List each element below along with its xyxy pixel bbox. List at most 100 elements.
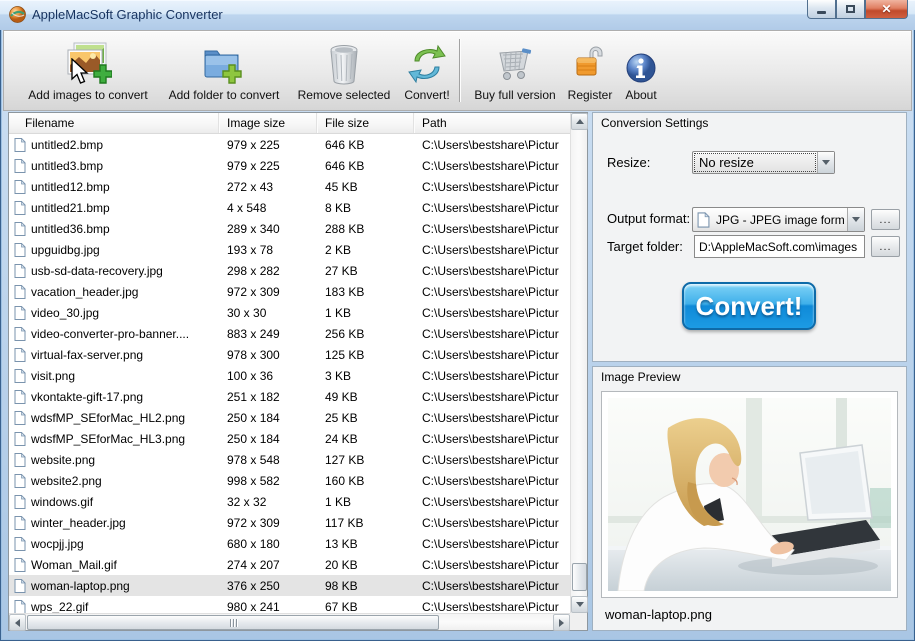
- file-icon: [14, 200, 26, 215]
- file-size-cell: 20 KB: [325, 557, 358, 572]
- table-row[interactable]: usb-sd-data-recovery.jpg 298 x 282 27 KB…: [9, 260, 570, 281]
- toolbar-separator: [459, 39, 460, 102]
- table-row[interactable]: upguidbg.jpg 193 x 78 2 KB C:\Users\best…: [9, 239, 570, 260]
- table-row[interactable]: untitled12.bmp 272 x 43 45 KB C:\Users\b…: [9, 176, 570, 197]
- table-row[interactable]: website.png 978 x 548 127 KB C:\Users\be…: [9, 449, 570, 470]
- target-folder-label: Target folder:: [607, 239, 683, 254]
- column-header-path[interactable]: Path: [414, 113, 570, 133]
- titlebar[interactable]: AppleMacSoft Graphic Converter ✕: [0, 0, 915, 30]
- scroll-right-button[interactable]: [553, 614, 570, 631]
- image-size-cell: 30 x 30: [227, 305, 267, 320]
- filename-cell: Woman_Mail.gif: [31, 557, 117, 572]
- app-window: AppleMacSoft Graphic Converter ✕ Add ima…: [0, 0, 915, 641]
- register-button[interactable]: Register: [564, 35, 616, 106]
- table-row[interactable]: wdsfMP_SEforMac_HL2.png 250 x 184 25 KB …: [9, 407, 570, 428]
- convert-toolbar-button[interactable]: Convert!: [396, 35, 458, 106]
- column-header-file-size[interactable]: File size: [317, 113, 414, 133]
- image-size-cell: 250 x 184: [227, 431, 280, 446]
- vertical-scrollbar[interactable]: [570, 113, 588, 613]
- image-size-cell: 32 x 32: [227, 494, 267, 509]
- image-size-cell: 680 x 180: [227, 536, 280, 551]
- scroll-down-button[interactable]: [571, 596, 588, 613]
- add-images-button[interactable]: Add images to convert: [18, 35, 158, 106]
- scroll-right-icon: [559, 618, 564, 627]
- table-row[interactable]: winter_header.jpg 972 x 309 117 KB C:\Us…: [9, 512, 570, 533]
- output-format-browse-button[interactable]: ...: [871, 209, 900, 230]
- image-size-cell: 100 x 36: [227, 368, 274, 383]
- conversion-settings-group: Conversion Settings Resize: No resize Ou…: [592, 112, 907, 362]
- table-row[interactable]: windows.gif 32 x 32 1 KB C:\Users\bestsh…: [9, 491, 570, 512]
- horizontal-scroll-thumb[interactable]: [27, 615, 439, 630]
- table-row[interactable]: vacation_header.jpg 972 x 309 183 KB C:\…: [9, 281, 570, 302]
- table-row[interactable]: untitled21.bmp 4 x 548 8 KB C:\Users\bes…: [9, 197, 570, 218]
- file-size-cell: 256 KB: [325, 326, 365, 341]
- horizontal-scrollbar[interactable]: [9, 613, 570, 631]
- add-folder-button[interactable]: Add folder to convert: [156, 35, 292, 106]
- file-icon: [14, 431, 26, 446]
- scroll-up-button[interactable]: [571, 113, 588, 130]
- resize-dropdown[interactable]: No resize: [692, 151, 835, 174]
- close-button[interactable]: ✕: [865, 0, 908, 19]
- file-icon: [14, 389, 26, 404]
- padlock-icon: [574, 37, 606, 85]
- file-size-cell: 646 KB: [325, 158, 365, 173]
- column-header-filename[interactable]: Filename: [9, 113, 219, 133]
- table-row[interactable]: wocpjj.jpg 680 x 180 13 KB C:\Users\best…: [9, 533, 570, 554]
- output-format-dropdown-arrow[interactable]: [847, 208, 864, 231]
- filename-cell: wdsfMP_SEforMac_HL3.png: [31, 431, 186, 446]
- table-row[interactable]: untitled36.bmp 289 x 340 288 KB C:\Users…: [9, 218, 570, 239]
- column-header-image-size[interactable]: Image size: [219, 113, 317, 133]
- remove-selected-button[interactable]: Remove selected: [294, 35, 394, 106]
- resize-dropdown-arrow[interactable]: [817, 152, 834, 173]
- filename-cell: vacation_header.jpg: [31, 284, 139, 299]
- table-row[interactable]: untitled2.bmp 979 x 225 646 KB C:\Users\…: [9, 134, 570, 155]
- table-row[interactable]: virtual-fax-server.png 978 x 300 125 KB …: [9, 344, 570, 365]
- filename-cell: visit.png: [31, 368, 76, 383]
- resize-label: Resize:: [607, 155, 651, 170]
- scroll-up-icon: [575, 119, 584, 124]
- image-size-cell: 289 x 340: [227, 221, 280, 236]
- path-cell: C:\Users\bestshare\Pictur: [422, 599, 559, 614]
- table-row[interactable]: woman-laptop.png 376 x 250 98 KB C:\User…: [9, 575, 570, 596]
- table-row[interactable]: wdsfMP_SEforMac_HL3.png 250 x 184 24 KB …: [9, 428, 570, 449]
- scroll-left-button[interactable]: [9, 614, 26, 631]
- file-icon: [14, 473, 26, 488]
- target-folder-browse-button[interactable]: ...: [871, 236, 900, 257]
- table-row[interactable]: untitled3.bmp 979 x 225 646 KB C:\Users\…: [9, 155, 570, 176]
- table-row[interactable]: vkontakte-gift-17.png 251 x 182 49 KB C:…: [9, 386, 570, 407]
- table-row[interactable]: visit.png 100 x 36 3 KB C:\Users\bestsha…: [9, 365, 570, 386]
- output-format-dropdown[interactable]: JPG - JPEG image form: [692, 207, 865, 232]
- file-size-cell: 1 KB: [325, 305, 352, 320]
- table-row[interactable]: video-converter-pro-banner.... 883 x 249…: [9, 323, 570, 344]
- path-cell: C:\Users\bestshare\Pictur: [422, 137, 559, 152]
- file-icon: [14, 221, 26, 236]
- filename-cell: untitled2.bmp: [31, 137, 104, 152]
- resize-value: No resize: [694, 153, 816, 172]
- preview-frame: [601, 391, 898, 598]
- file-size-cell: 98 KB: [325, 578, 358, 593]
- file-size-cell: 27 KB: [325, 263, 358, 278]
- table-row[interactable]: video_30.jpg 30 x 30 1 KB C:\Users\bests…: [9, 302, 570, 323]
- buy-full-version-button[interactable]: Buy full version: [470, 35, 560, 106]
- table-row[interactable]: website2.png 998 x 582 160 KB C:\Users\b…: [9, 470, 570, 491]
- path-cell: C:\Users\bestshare\Pictur: [422, 410, 559, 425]
- image-size-cell: 978 x 300: [227, 347, 280, 362]
- target-folder-input[interactable]: D:\AppleMacSoft.com\images: [694, 235, 865, 258]
- about-button[interactable]: About: [616, 35, 666, 106]
- file-size-cell: 183 KB: [325, 284, 365, 299]
- convert-button[interactable]: Convert!: [682, 282, 816, 330]
- maximize-button[interactable]: [836, 0, 865, 19]
- toolbar: Add images to convert Add folder to conv…: [3, 30, 912, 111]
- minimize-button[interactable]: [807, 0, 836, 19]
- toolbar-label-remove: Remove selected: [297, 88, 391, 102]
- toolbar-label-add-folder: Add folder to convert: [168, 88, 280, 102]
- vertical-scroll-thumb[interactable]: [572, 563, 587, 591]
- table-row[interactable]: Woman_Mail.gif 274 x 207 20 KB C:\Users\…: [9, 554, 570, 575]
- shopping-cart-icon: [494, 37, 536, 85]
- toolbar-label-buy: Buy full version: [474, 88, 556, 102]
- file-icon: [14, 494, 26, 509]
- toolbar-label-register: Register: [567, 88, 613, 102]
- path-cell: C:\Users\bestshare\Pictur: [422, 305, 559, 320]
- file-size-cell: 45 KB: [325, 179, 358, 194]
- window-title: AppleMacSoft Graphic Converter: [32, 7, 223, 22]
